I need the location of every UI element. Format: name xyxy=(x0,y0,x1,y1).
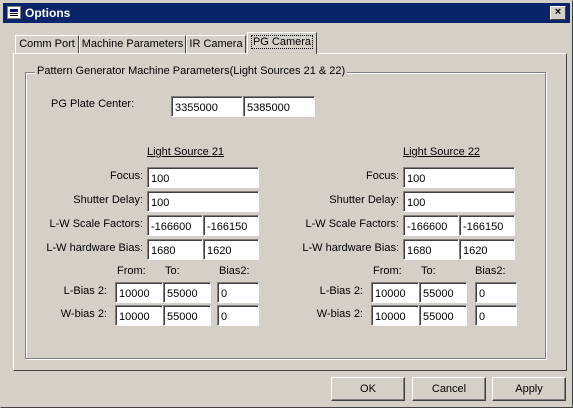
ls21-lbias2-from-field[interactable] xyxy=(115,282,163,303)
cancel-button[interactable]: Cancel xyxy=(412,377,486,401)
tab-label: Machine Parameters xyxy=(81,38,184,50)
plate-center-x-field[interactable] xyxy=(171,96,243,117)
ls22-wbias2-to-field[interactable] xyxy=(419,305,467,326)
ls22-shutter-delay-label: Shutter Delay: xyxy=(329,194,399,206)
options-dialog: Options × Comm Port Machine Parameters I… xyxy=(0,0,573,408)
ls21-shutter-delay-label: Shutter Delay: xyxy=(73,194,143,206)
ls21-wbias2-label: W-bias 2: xyxy=(60,308,107,320)
ls21-wbias2-from-field[interactable] xyxy=(115,305,163,326)
ls21-shutter-delay-field[interactable] xyxy=(147,191,259,212)
plate-center-y-field[interactable] xyxy=(243,96,315,117)
ls21-lbias2-label: L-Bias 2: xyxy=(63,285,107,297)
ls21-from-header: From: xyxy=(117,265,146,277)
ls21-lw-scale-label: L-W Scale Factors: xyxy=(49,218,143,230)
tab-comm-port[interactable]: Comm Port xyxy=(15,35,79,54)
ls22-shutter-delay-field[interactable] xyxy=(403,191,515,212)
apply-button[interactable]: Apply xyxy=(492,377,566,401)
ls22-bias2-header: Bias2: xyxy=(475,265,506,277)
ok-button[interactable]: OK xyxy=(331,377,405,401)
ls21-focus-label: Focus: xyxy=(109,170,143,182)
ls21-wbias2-to-field[interactable] xyxy=(163,305,211,326)
ls21-lw-bias-label: L-W hardware Bias: xyxy=(46,242,143,254)
ls22-wbias2-bias2-field[interactable] xyxy=(475,305,517,326)
ls21-lbias2-bias2-field[interactable] xyxy=(217,282,259,303)
ls22-focus-label: Focus: xyxy=(365,170,399,182)
title-bar: Options × xyxy=(3,3,570,23)
ls22-l-bias-field[interactable] xyxy=(403,239,459,260)
ls21-lbias2-to-field[interactable] xyxy=(163,282,211,303)
ls21-l-scale-field[interactable] xyxy=(147,215,203,236)
ls21-focus-field[interactable] xyxy=(147,167,259,188)
ls22-lbias2-label: L-Bias 2: xyxy=(319,285,363,297)
ls22-l-scale-field[interactable] xyxy=(403,215,459,236)
tab-pg-camera[interactable]: PG Camera xyxy=(247,32,317,54)
ls21-wbias2-bias2-field[interactable] xyxy=(217,305,259,326)
ls22-w-scale-field[interactable] xyxy=(459,215,515,236)
tab-label: Comm Port xyxy=(19,38,75,50)
ls22-wbias2-label: W-bias 2: xyxy=(316,308,363,320)
ls22-focus-field[interactable] xyxy=(403,167,515,188)
tab-machine-parameters[interactable]: Machine Parameters xyxy=(79,35,186,54)
ls21-w-bias-field[interactable] xyxy=(203,239,259,260)
ls22-lbias2-from-field[interactable] xyxy=(371,282,419,303)
light-source-22-title: Light Source 22 xyxy=(403,146,481,158)
window-title: Options xyxy=(25,6,71,20)
tab-label: IR Camera xyxy=(189,38,243,50)
plate-center-label: PG Plate Center: xyxy=(51,98,135,110)
ls22-lbias2-to-field[interactable] xyxy=(419,282,467,303)
close-icon: × xyxy=(554,6,562,18)
ls21-to-header: To: xyxy=(165,265,180,277)
ls22-to-header: To: xyxy=(421,265,436,277)
ls22-lw-bias-label: L-W hardware Bias: xyxy=(302,242,399,254)
ls22-from-header: From: xyxy=(373,265,402,277)
ls21-bias2-header: Bias2: xyxy=(219,265,250,277)
ls21-w-scale-field[interactable] xyxy=(203,215,259,236)
ls22-wbias2-from-field[interactable] xyxy=(371,305,419,326)
tab-ir-camera[interactable]: IR Camera xyxy=(186,35,246,54)
ls22-lw-scale-label: L-W Scale Factors: xyxy=(305,218,399,230)
options-window-icon xyxy=(7,6,21,19)
tab-label: PG Camera xyxy=(250,35,314,49)
close-button[interactable]: × xyxy=(550,6,566,20)
ls22-lbias2-bias2-field[interactable] xyxy=(475,282,517,303)
light-source-21-title: Light Source 21 xyxy=(147,146,225,158)
ls21-l-bias-field[interactable] xyxy=(147,239,203,260)
ls22-w-bias-field[interactable] xyxy=(459,239,515,260)
group-title: Pattern Generator Machine Parameters(Lig… xyxy=(35,65,348,77)
